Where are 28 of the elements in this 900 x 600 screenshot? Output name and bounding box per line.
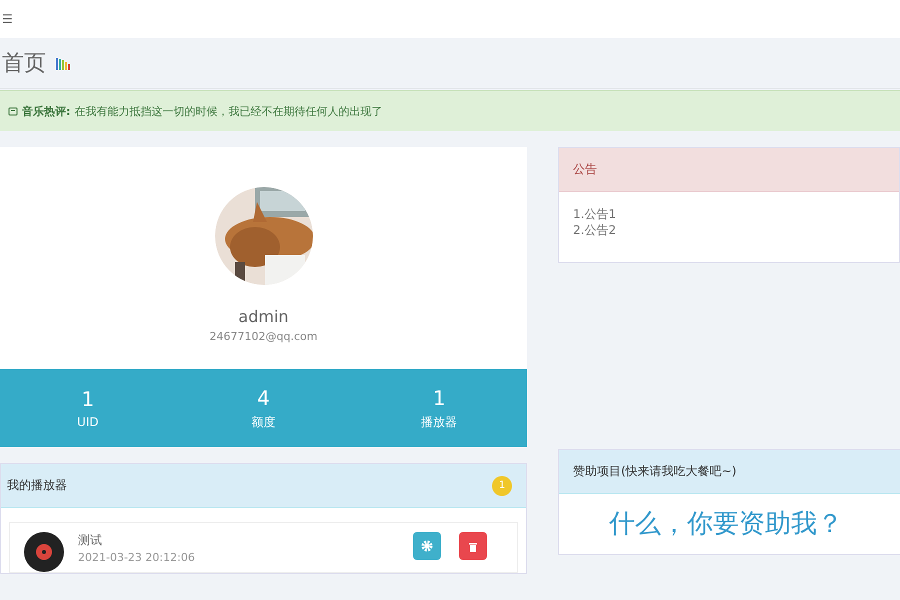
stat-label: 播放器	[421, 414, 458, 430]
menu-icon[interactable]: ☰	[2, 12, 13, 26]
settings-icon	[421, 540, 433, 552]
stat-label: UID	[77, 415, 99, 429]
page-title: 首页	[2, 50, 46, 78]
stat-value: 1	[432, 386, 446, 410]
record-icon	[24, 532, 64, 572]
panel-title: 公告	[573, 161, 597, 178]
user-email: 24677102@qq.com	[210, 330, 318, 343]
player-name: 测试	[78, 532, 103, 549]
stat-label: 额度	[252, 414, 276, 430]
panel-title: 赞助项目(快来请我吃大餐吧~)	[573, 463, 736, 480]
delete-button[interactable]	[459, 532, 487, 560]
sponsor-headline: 什么，你要资助我？	[609, 508, 843, 541]
count-badge: 1	[492, 476, 512, 496]
bars-icon	[56, 56, 70, 70]
settings-button[interactable]	[413, 532, 441, 560]
message-icon	[8, 106, 18, 116]
player-date: 2021-03-23 20:12:06	[78, 551, 196, 564]
alert-text: 在我有能力抵挡这一切的时候，我已经不在期待任何人的出现了	[74, 104, 382, 118]
alert-label: 音乐热评:	[22, 104, 70, 118]
notice-line: 2.公告2	[573, 222, 618, 238]
panel-title: 我的播放器	[7, 477, 67, 494]
stat-value: 1	[81, 387, 94, 411]
user-name: admin	[238, 307, 289, 326]
notice-line: 1.公告1	[573, 206, 618, 222]
trash-icon	[468, 540, 478, 552]
stat-value: 4	[257, 386, 270, 410]
